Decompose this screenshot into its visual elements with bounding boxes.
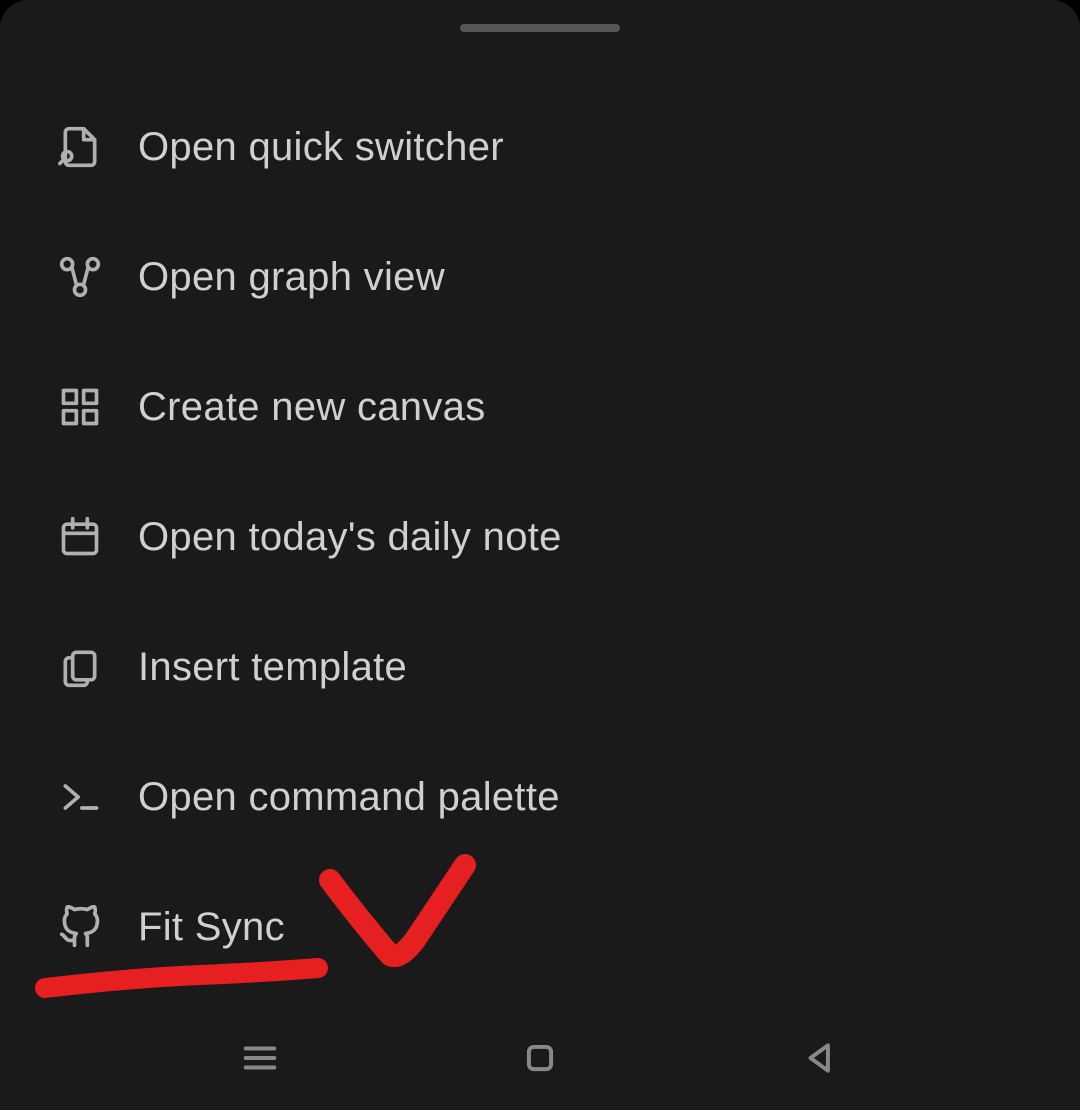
system-nav-bar — [0, 1010, 1080, 1110]
menu-item-fit-sync[interactable]: Fit Sync — [58, 862, 1040, 992]
bottom-sheet: Open quick switcher Open graph view — [0, 0, 1080, 1110]
menu-item-daily-note[interactable]: Open today's daily note — [58, 472, 1040, 602]
recents-button[interactable] — [241, 1039, 279, 1082]
terminal-icon — [58, 775, 102, 819]
menu-item-label: Open graph view — [138, 255, 445, 300]
github-icon — [58, 905, 102, 949]
calendar-icon — [58, 515, 102, 559]
menu-item-label: Open quick switcher — [138, 125, 504, 170]
menu-item-label: Create new canvas — [138, 385, 486, 430]
drag-handle[interactable] — [460, 24, 620, 32]
menu-item-graph-view[interactable]: Open graph view — [58, 212, 1040, 342]
menu-item-quick-switcher[interactable]: Open quick switcher — [58, 82, 1040, 212]
menu-item-command-palette[interactable]: Open command palette — [58, 732, 1040, 862]
menu-item-label: Open command palette — [138, 775, 560, 820]
grid-icon — [58, 385, 102, 429]
menu-item-label: Insert template — [138, 645, 407, 690]
menu-item-label: Open today's daily note — [138, 515, 562, 560]
graph-icon — [58, 255, 102, 299]
file-search-icon — [58, 125, 102, 169]
menu-item-label: Fit Sync — [138, 905, 285, 950]
copy-icon — [58, 645, 102, 689]
menu-list: Open quick switcher Open graph view — [0, 82, 1080, 992]
home-button[interactable] — [521, 1039, 559, 1082]
back-button[interactable] — [801, 1039, 839, 1082]
menu-item-new-canvas[interactable]: Create new canvas — [58, 342, 1040, 472]
menu-item-insert-template[interactable]: Insert template — [58, 602, 1040, 732]
